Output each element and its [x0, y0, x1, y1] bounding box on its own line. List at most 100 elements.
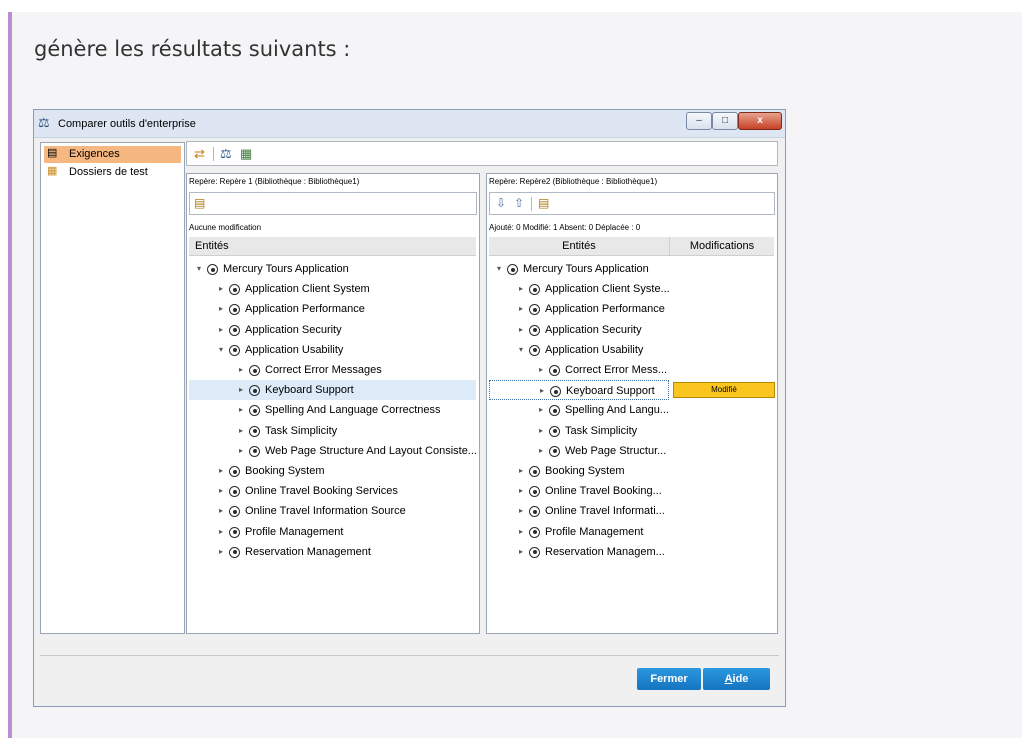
tree-row[interactable]: ▸ Web Page Structur...	[489, 441, 669, 461]
requirement-node-icon	[529, 324, 540, 336]
requirement-node-icon	[529, 344, 540, 356]
expand-arrow-icon[interactable]: ▸	[519, 299, 523, 319]
tree-row[interactable]: ▸ Online Travel Informati...	[489, 501, 669, 521]
tree-row[interactable]: ▾ Mercury Tours Application	[489, 259, 669, 279]
compare-icon[interactable]: ⇄	[194, 146, 205, 162]
tree-row[interactable]: ▸ Keyboard Support Modifié	[489, 380, 775, 401]
expand-arrow-icon[interactable]: ▸	[219, 299, 223, 319]
tree-row[interactable]: ▾ Application Usability	[189, 340, 476, 360]
tree-row[interactable]: ▸ Spelling And Langu...	[489, 400, 669, 420]
title-bar[interactable]: ⚖ Comparer outils d'enterprise – □ x	[34, 110, 785, 138]
tree-row[interactable]: ▸ Keyboard Support	[189, 380, 476, 401]
tree-node-label: Online Travel Booking...	[545, 485, 662, 498]
tree-node-label: Spelling And Langu...	[565, 404, 669, 417]
collapse-arrow-icon[interactable]: ▾	[219, 340, 223, 360]
expand-arrow-icon[interactable]: ▸	[219, 501, 223, 521]
collapse-arrow-icon[interactable]: ▾	[497, 259, 501, 279]
tree-node-label: Application Usability	[545, 343, 644, 356]
sidebar-item-exigences[interactable]: ▤ Exigences	[44, 146, 181, 163]
expand-arrow-icon[interactable]: ▸	[519, 481, 523, 501]
expand-arrow-icon[interactable]: ▸	[539, 441, 543, 461]
tree-row[interactable]: ▸ Spelling And Language Correctness	[189, 400, 476, 420]
sidebar-item-dossiers-de-test[interactable]: ▦ Dossiers de test	[44, 164, 181, 181]
help-button-mnemonic: A	[724, 673, 733, 685]
details-icon[interactable]: ▤	[538, 196, 549, 210]
tree-row[interactable]: ▸ Application Security	[189, 320, 476, 340]
collapse-arrow-icon[interactable]: ▾	[197, 259, 201, 279]
column-header-entites[interactable]: Entités	[195, 237, 229, 255]
close-button[interactable]: x	[738, 112, 782, 130]
tree-row[interactable]: ▸ Profile Management	[489, 522, 669, 542]
toolbar-separator	[531, 197, 532, 211]
expand-arrow-icon[interactable]: ▸	[540, 381, 544, 401]
column-header-modifications[interactable]: Modifications	[670, 237, 774, 255]
expand-arrow-icon[interactable]: ▸	[519, 501, 523, 521]
tree-row[interactable]: ▸ Online Travel Booking Services	[189, 481, 476, 501]
tree-row[interactable]: ▸ Web Page Structure And Layout Consiste.…	[189, 441, 477, 461]
expand-arrow-icon[interactable]: ▸	[539, 400, 543, 420]
expand-arrow-icon[interactable]: ▸	[219, 522, 223, 542]
tree-row[interactable]: ▸ Application Client System	[189, 279, 476, 299]
expand-arrow-icon[interactable]: ▸	[519, 279, 523, 299]
expand-arrow-icon[interactable]: ▸	[219, 542, 223, 562]
requirement-node-icon	[549, 425, 560, 437]
requirement-node-icon	[229, 526, 240, 538]
expand-arrow-icon[interactable]: ▸	[519, 461, 523, 481]
tree-row[interactable]: ▸ Correct Error Mess...	[489, 360, 669, 380]
tree-row[interactable]: ▾ Mercury Tours Application	[189, 259, 476, 279]
expand-arrow-icon[interactable]: ▸	[539, 421, 543, 441]
tree-node-label: Application Security	[545, 323, 642, 336]
grid-icon[interactable]: ▦	[240, 146, 252, 162]
tree-row[interactable]: ▸ Task Simplicity	[189, 421, 476, 441]
expand-arrow-icon[interactable]: ▸	[219, 481, 223, 501]
toolbar-separator	[213, 147, 214, 161]
requirement-node-icon	[229, 304, 240, 316]
tree-row[interactable]: ▸ Reservation Managem...	[489, 542, 669, 562]
tree-row[interactable]: ▸ Correct Error Messages	[189, 360, 476, 380]
tree-row[interactable]: ▸ Booking System	[189, 461, 476, 481]
help-button[interactable]: Aide	[703, 668, 770, 690]
expand-arrow-icon[interactable]: ▸	[239, 360, 243, 380]
expand-arrow-icon[interactable]: ▸	[219, 461, 223, 481]
tree-node-label: Online Travel Booking Services	[245, 485, 398, 498]
tree-node-label: Correct Error Mess...	[565, 364, 668, 376]
tree-row[interactable]: ▸ Application Security	[489, 320, 669, 340]
expand-arrow-icon[interactable]: ▸	[219, 320, 223, 340]
left-status-text: Aucune modification	[189, 223, 262, 232]
expand-arrow-icon[interactable]: ▸	[239, 400, 243, 420]
next-change-icon[interactable]: ⇧	[514, 196, 524, 210]
expand-arrow-icon[interactable]: ▸	[239, 380, 243, 400]
tree-row[interactable]: ▸ Booking System	[489, 461, 669, 481]
requirement-node-icon	[229, 344, 240, 356]
tree-node-label: Application Performance	[245, 303, 365, 316]
tree-node-label: Application Client Syste...	[545, 283, 670, 296]
expand-arrow-icon[interactable]: ▸	[219, 279, 223, 299]
balance-icon[interactable]: ⚖	[220, 146, 232, 162]
details-icon[interactable]: ▤	[194, 196, 205, 210]
tree-row[interactable]: ▸ Task Simplicity	[489, 421, 669, 441]
tree-row[interactable]: ▾ Application Usability	[489, 340, 669, 360]
tree-row[interactable]: ▸ Online Travel Booking...	[489, 481, 669, 501]
right-panel-toolbar: ⇩ ⇧ ▤	[489, 192, 775, 215]
collapse-arrow-icon[interactable]: ▾	[519, 340, 523, 360]
maximize-button[interactable]: □	[712, 112, 738, 130]
close-dialog-button[interactable]: Fermer	[637, 668, 701, 690]
expand-arrow-icon[interactable]: ▸	[539, 360, 543, 380]
tree-row[interactable]: ▸ Application Client Syste...	[489, 279, 670, 299]
minimize-button[interactable]: –	[686, 112, 712, 130]
tree-row[interactable]: ▸ Profile Management	[189, 522, 476, 542]
expand-arrow-icon[interactable]: ▸	[519, 320, 523, 340]
tree-node-label: Booking System	[545, 465, 625, 477]
expand-arrow-icon[interactable]: ▸	[239, 441, 243, 461]
tree-row[interactable]: ▸ Application Performance	[189, 299, 476, 319]
tree-node-label: Application Usability	[245, 343, 344, 356]
tree-row[interactable]: ▸ Application Performance	[489, 299, 669, 319]
tree-row[interactable]: ▸ Online Travel Information Source	[189, 501, 476, 521]
expand-arrow-icon[interactable]: ▸	[519, 522, 523, 542]
column-header-entites[interactable]: Entités	[489, 237, 670, 255]
expand-arrow-icon[interactable]: ▸	[239, 421, 243, 441]
requirements-icon: ▤	[47, 147, 58, 159]
expand-arrow-icon[interactable]: ▸	[519, 542, 523, 562]
tree-row[interactable]: ▸ Reservation Management	[189, 542, 476, 562]
previous-change-icon[interactable]: ⇩	[496, 196, 506, 210]
